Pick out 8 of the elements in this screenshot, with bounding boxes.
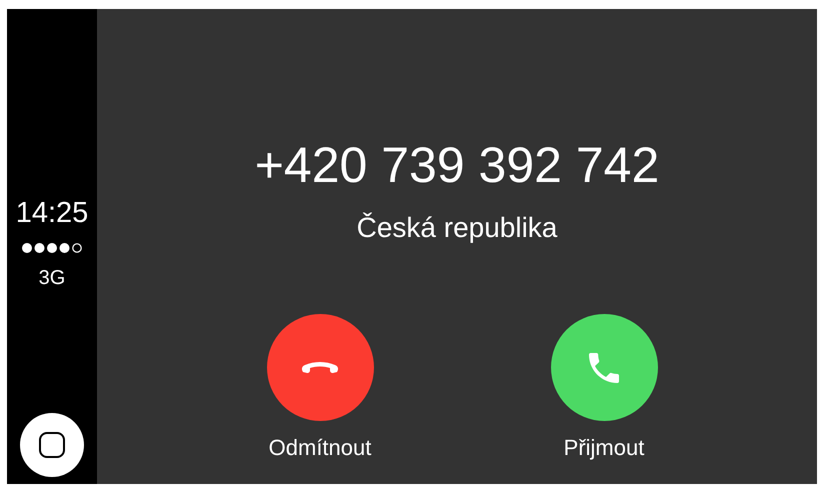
action-label: Odmítnout [268,437,372,459]
network-type: 3G [38,268,66,288]
caller-country: Česká republika [356,214,558,242]
clock-time: 14:25 [16,199,88,228]
hang-up-icon [300,360,340,376]
action-label: Přijmout [564,437,644,459]
signal-strength-icon [20,242,83,254]
caller-number: +420 739 392 742 [254,140,660,190]
